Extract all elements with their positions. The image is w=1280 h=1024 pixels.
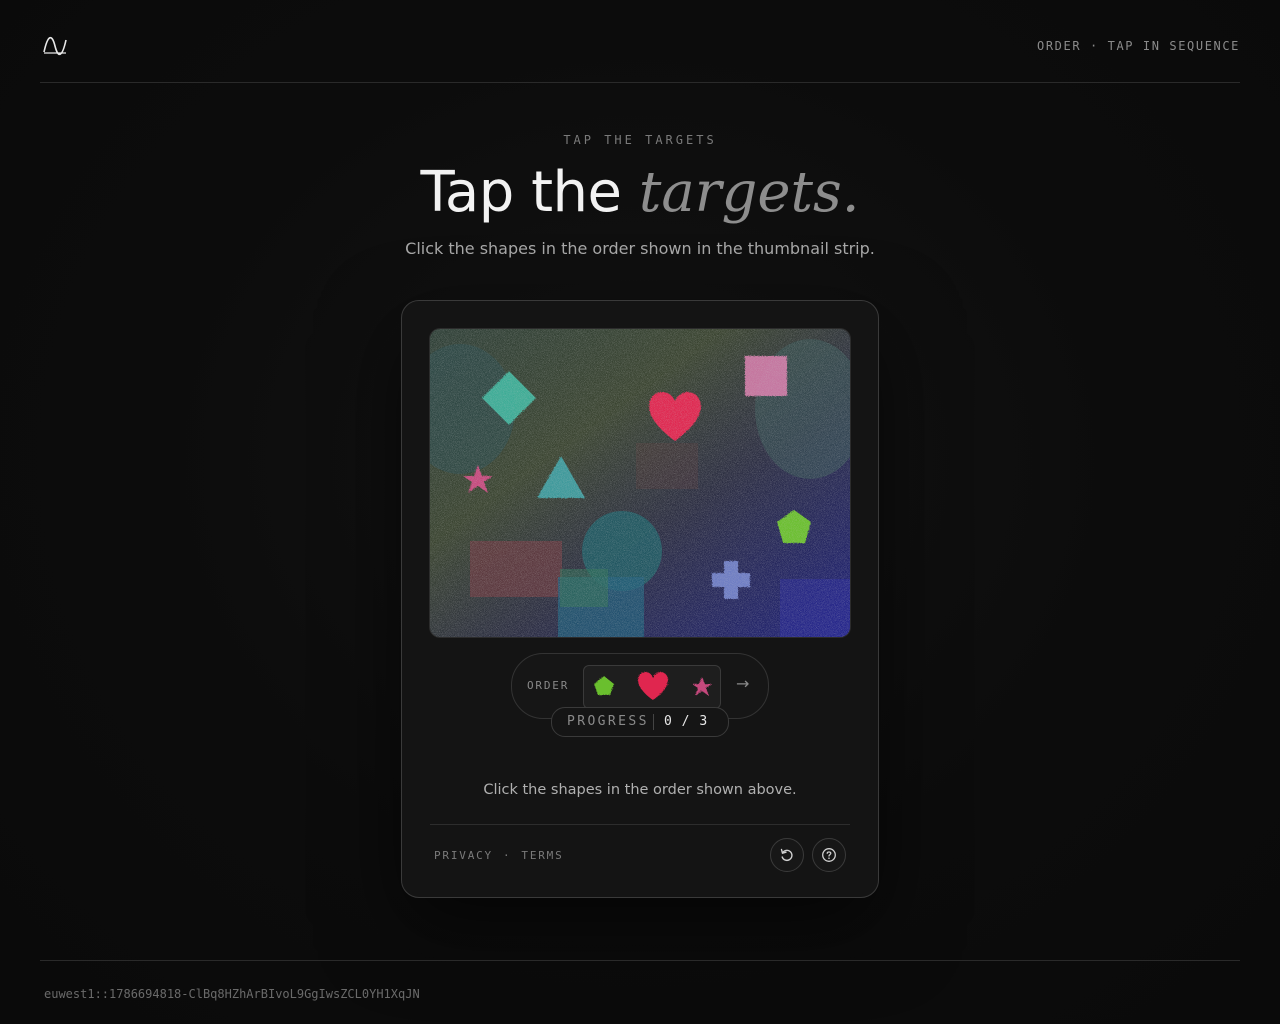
progress-divider [653,714,654,730]
session-id: euwest1::1786694818-ClBq8HZhArBIvoL9GgIw… [44,987,420,1001]
challenge-canvas[interactable] [430,329,850,637]
thumb-star [692,677,712,696]
title-accent: targets. [638,160,860,225]
progress-total: 3 [699,714,709,729]
progress-current: 0 [664,714,673,729]
legal-links: PRIVACY · TERMS [434,849,564,862]
help-button[interactable] [812,838,846,872]
page-subtitle: Click the shapes in the order shown in t… [405,239,875,258]
footer-divider [40,960,1240,961]
progress-label: PROGRESS [567,714,649,729]
eyebrow: TAP THE TARGETS [563,133,717,147]
progress-separator: / [681,714,691,729]
help-icon [822,848,836,862]
page-title: Tap the targets. [0,158,1280,228]
instruction-text: Click the shapes in the order shown abov… [483,782,797,798]
order-label: ORDER [527,679,570,692]
thumbnail-strip [583,665,721,709]
privacy-link[interactable]: PRIVACY [434,849,493,862]
challenge-card: ORDER → PROGRESS 0 / 3 Click the shapes … [401,300,879,898]
refresh-icon [780,848,793,861]
terms-link[interactable]: TERMS [521,849,563,862]
top-bar: ORDER · TAP IN SEQUENCE [40,0,1240,83]
mode-label: ORDER · TAP IN SEQUENCE [1037,39,1240,53]
arrow-right-icon: → [736,674,750,693]
thumb-heart [638,672,668,700]
refresh-button[interactable] [770,838,804,872]
title-main: Tap the [420,160,622,225]
progress-indicator: PROGRESS 0 / 3 [551,707,729,737]
card-divider [430,824,850,825]
link-separator: · [502,849,512,862]
progress-value: 0 / 3 [664,714,708,729]
thumb-pentagon [594,676,614,695]
wave-logo-icon[interactable] [43,36,67,56]
